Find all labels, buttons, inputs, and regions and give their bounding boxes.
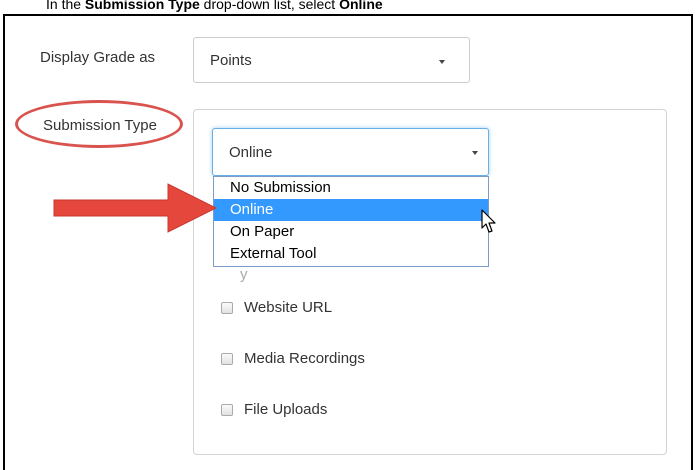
website-url-checkbox[interactable] bbox=[221, 302, 233, 314]
option-online[interactable]: Online bbox=[214, 199, 488, 221]
instruction-prefix: In the bbox=[46, 0, 85, 12]
submission-type-label: Submission Type bbox=[43, 117, 157, 134]
instruction-caption: In the Submission Type drop-down list, s… bbox=[0, 0, 699, 13]
caret-down-icon bbox=[439, 60, 445, 64]
media-recordings-checkbox[interactable] bbox=[221, 353, 233, 365]
option-external-tool[interactable]: External Tool bbox=[214, 243, 488, 265]
instruction-middle: drop-down list, select bbox=[199, 0, 340, 12]
submission-type-select[interactable]: Online bbox=[212, 128, 489, 176]
instruction-field-name: Submission Type bbox=[84, 0, 200, 12]
instruction-option: Online bbox=[339, 0, 383, 12]
submission-type-value: Online bbox=[229, 144, 273, 161]
hidden-text-fragment: y bbox=[240, 266, 248, 283]
file-uploads-checkbox[interactable] bbox=[221, 404, 233, 416]
file-uploads-label: File Uploads bbox=[244, 401, 328, 418]
display-grade-select[interactable]: Points bbox=[193, 37, 470, 83]
submission-type-dropdown: No Submission Online On Paper External T… bbox=[213, 176, 489, 267]
hand-cursor-icon bbox=[481, 209, 496, 233]
website-url-label: Website URL bbox=[244, 299, 333, 316]
display-grade-label: Display Grade as bbox=[40, 49, 156, 66]
display-grade-value: Points bbox=[210, 52, 252, 69]
red-arrow-icon bbox=[53, 183, 218, 233]
option-no-submission[interactable]: No Submission bbox=[214, 177, 488, 199]
media-recordings-label: Media Recordings bbox=[244, 350, 365, 367]
caret-down-icon bbox=[472, 151, 478, 155]
option-on-paper[interactable]: On Paper bbox=[214, 221, 488, 243]
